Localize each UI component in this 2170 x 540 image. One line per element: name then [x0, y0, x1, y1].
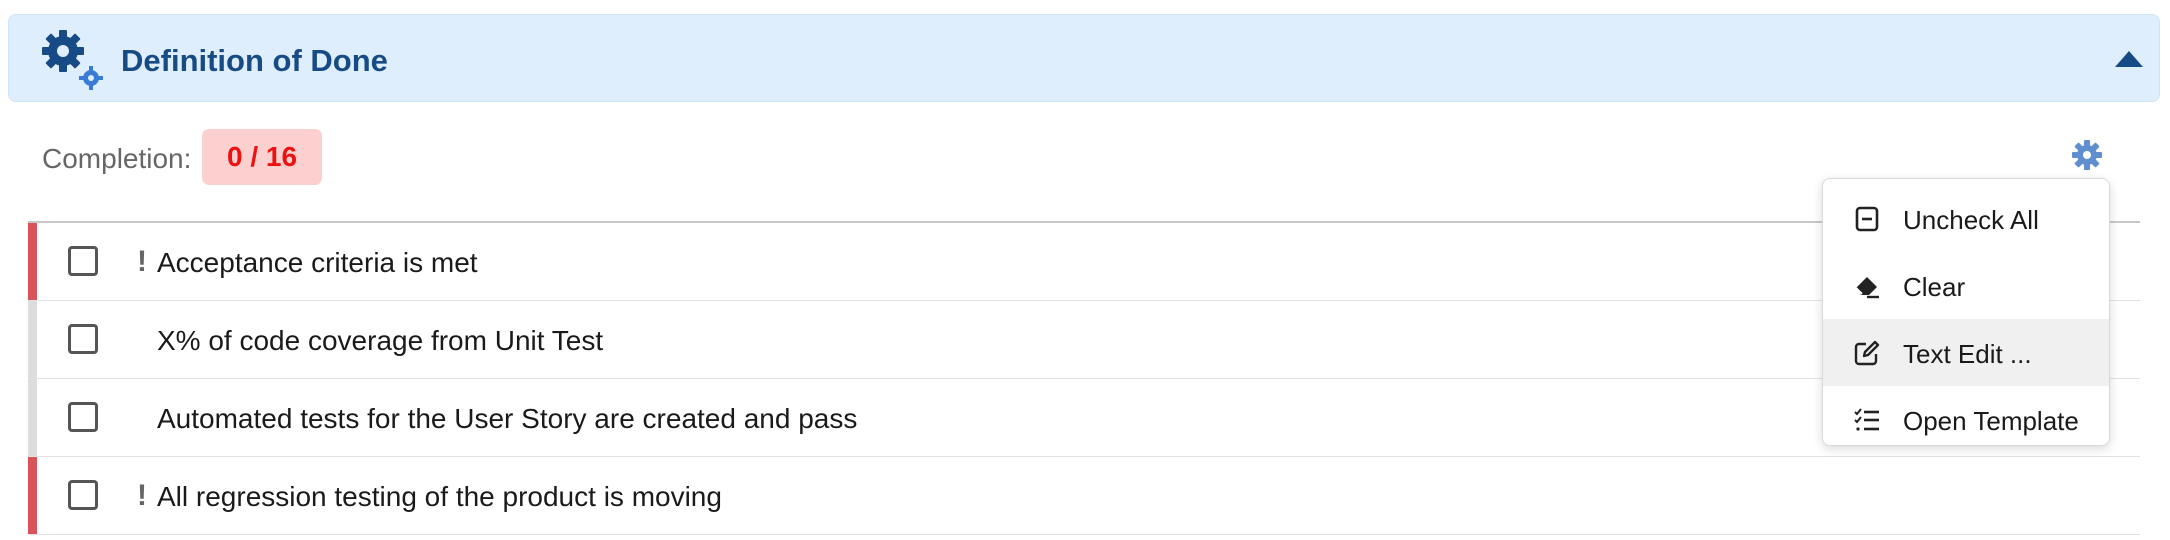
item-text[interactable]: X% of code coverage from Unit Test [157, 325, 603, 357]
required-stripe [28, 457, 37, 534]
item-text[interactable]: Acceptance criteria is met [157, 247, 478, 279]
item-text[interactable]: All regression testing of the product is… [157, 481, 722, 513]
item-checkbox[interactable] [68, 324, 98, 354]
gears-icon [42, 30, 103, 90]
menu-item-uncheck-all[interactable]: Uncheck All [1823, 185, 2109, 252]
optional-stripe [28, 301, 37, 378]
menu-item-label: Uncheck All [1903, 205, 2039, 235]
menu-item-open-template[interactable]: Open Template [1823, 386, 2109, 453]
item-text[interactable]: Automated tests for the User Story are c… [157, 403, 857, 435]
menu-item-label: Open Template [1903, 406, 2079, 436]
panel-header[interactable]: Definition of Done [8, 14, 2160, 102]
completion-label: Completion: [42, 143, 192, 174]
completion-badge: 0 / 16 [202, 129, 322, 185]
required-exclamation-icon: ! [137, 245, 147, 278]
menu-item-clear[interactable]: Clear [1823, 252, 2109, 319]
menu-item-label: Text Edit ... [1903, 339, 2032, 369]
optional-stripe [28, 379, 37, 456]
settings-gear-icon[interactable] [2072, 140, 2102, 170]
menu-item-label: Clear [1903, 272, 1966, 302]
checklist-row: ! All regression testing of the product … [28, 457, 2140, 535]
panel-title: Definition of Done [121, 43, 388, 78]
required-stripe [28, 223, 37, 300]
eraser-icon [1855, 277, 1879, 299]
required-exclamation-icon: ! [137, 479, 147, 512]
checklist-icon [1854, 408, 1879, 431]
item-checkbox[interactable] [68, 480, 98, 510]
item-checkbox[interactable] [68, 246, 98, 276]
settings-dropdown-menu: Uncheck All Clear Text Edit ... Open Tem… [1822, 178, 2110, 446]
minus-square-icon [1855, 206, 1879, 232]
item-checkbox[interactable] [68, 402, 98, 432]
edit-icon [1854, 340, 1880, 366]
caret-up-icon[interactable] [2115, 49, 2143, 67]
menu-item-text-edit[interactable]: Text Edit ... [1823, 319, 2109, 386]
